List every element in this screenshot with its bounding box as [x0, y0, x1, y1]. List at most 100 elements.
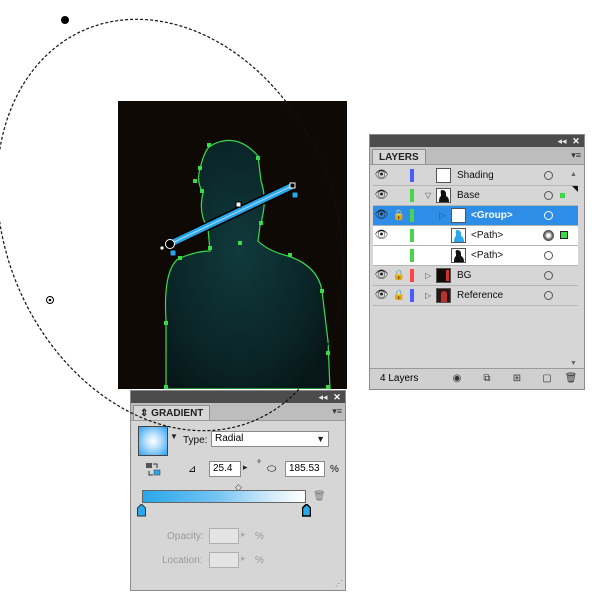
tab-gradient-label: GRADIENT [151, 408, 204, 419]
collapse-icon[interactable]: ◂◂ [556, 135, 568, 147]
lock-icon[interactable] [392, 248, 406, 263]
tab-layers[interactable]: LAYERS [372, 149, 426, 164]
layer-name[interactable]: Shading [457, 166, 494, 186]
new-sublayer-icon[interactable]: ⊞ [510, 372, 524, 385]
ellipse-handle-left[interactable] [46, 296, 54, 304]
visibility-eye-icon[interactable]: 👁 [374, 288, 389, 303]
location-field[interactable] [209, 552, 239, 568]
reverse-gradient-icon[interactable] [145, 462, 163, 478]
angle-field[interactable]: 25.4 [209, 461, 241, 477]
lock-icon[interactable] [392, 228, 406, 243]
opacity-unit: % [255, 531, 264, 542]
trash-icon[interactable]: 🗑 [564, 372, 578, 385]
lock-icon[interactable]: 🔒 [392, 268, 406, 283]
angle-stepper-icon[interactable]: ▸ [243, 462, 248, 473]
layers-scrollbar[interactable]: ▲ ▼ [570, 171, 578, 367]
gradient-swatch[interactable] [138, 426, 168, 456]
aspect-ratio-field[interactable]: 185.53 [285, 461, 325, 477]
layer-row[interactable]: 👁 ▽ Base [373, 186, 578, 206]
lock-icon[interactable]: 🔒 [392, 208, 406, 223]
panel-menu-icon[interactable]: ▾≡ [332, 406, 342, 417]
layer-name[interactable]: Base [457, 186, 480, 206]
location-unit: % [255, 555, 264, 566]
type-select[interactable]: Radial ▼ [211, 431, 329, 447]
expand-toggle-icon[interactable]: ▷ [425, 289, 431, 302]
layer-thumbnail [436, 168, 451, 183]
layer-color-indicator [410, 189, 414, 202]
visibility-eye-icon[interactable]: 👁 [374, 268, 389, 283]
close-icon[interactable]: ✕ [331, 391, 343, 403]
selection-indicator[interactable] [560, 231, 568, 239]
opacity-field[interactable] [209, 528, 239, 544]
close-icon[interactable]: ✕ [570, 135, 582, 147]
expand-toggle-icon[interactable]: ▽ [425, 189, 431, 202]
gradient-tabbar: ⇕ GRADIENT ▾≡ [131, 403, 345, 421]
make-clipping-mask-icon[interactable]: ⧉ [480, 372, 494, 385]
target-circle-icon[interactable] [544, 251, 553, 260]
location-stepper-icon[interactable]: ▸ [241, 553, 246, 564]
visibility-eye-icon[interactable]: 👁 [374, 188, 389, 203]
layer-thumbnail [436, 268, 451, 283]
chevron-down-icon: ▼ [316, 434, 325, 444]
location-label: Location: [162, 555, 203, 566]
visibility-eye-icon[interactable]: 👁 [374, 208, 389, 223]
layers-footer: 4 Layers ◉ ⧉ ⊞ ▢ 🗑 [370, 368, 584, 389]
type-label: Type: [183, 435, 208, 446]
lock-icon[interactable]: 🔒 [392, 288, 406, 303]
target-circle-icon[interactable] [544, 211, 553, 220]
lock-icon[interactable] [392, 168, 406, 183]
gradient-panel-titlebar[interactable]: ◂◂ ✕ [131, 391, 345, 403]
gradient-stop-left[interactable] [137, 504, 146, 517]
target-circle-icon[interactable] [544, 291, 553, 300]
target-circle-icon[interactable] [544, 171, 553, 180]
angle-icon: ⊿ [188, 464, 197, 475]
layer-name[interactable]: <Path> [471, 226, 503, 246]
lock-icon[interactable] [392, 188, 406, 203]
layer-thumbnail [451, 228, 466, 243]
new-layer-icon[interactable]: ▢ [540, 372, 554, 385]
target-circle-icon[interactable] [544, 191, 553, 200]
opacity-label: Opacity: [167, 531, 204, 542]
selection-indicator[interactable] [560, 193, 565, 198]
target-circle-icon[interactable] [543, 230, 554, 241]
layer-name[interactable]: <Path> [471, 246, 503, 266]
layers-panel-titlebar[interactable]: ◂◂ ✕ [370, 135, 584, 147]
artwork-canvas[interactable] [118, 101, 347, 389]
aspect-ratio-icon: ⬭ [267, 463, 277, 475]
layer-row[interactable]: 👁 🔒 ▷ <Group> [373, 206, 578, 226]
panel-menu-icon[interactable]: ▾≡ [571, 150, 581, 161]
gradient-stop-right[interactable] [302, 504, 311, 517]
target-circle-icon[interactable] [544, 271, 553, 280]
tab-gradient[interactable]: ⇕ GRADIENT [133, 405, 211, 420]
layer-color-indicator [410, 269, 414, 282]
resize-grip-icon[interactable]: ⋰ [335, 579, 343, 588]
visibility-eye-icon[interactable]: 👁 [374, 228, 389, 243]
expand-toggle-icon[interactable]: ▷ [425, 269, 431, 282]
layer-thumbnail [436, 188, 451, 203]
layer-row[interactable]: <Path> [373, 246, 578, 266]
type-select-value: Radial [215, 433, 244, 444]
layer-row[interactable]: 👁 🔒 ▷ BG [373, 266, 578, 286]
tab-options-icon: ⇕ [140, 408, 149, 419]
layer-name[interactable]: Reference [457, 286, 503, 306]
gradient-slider[interactable] [142, 490, 306, 503]
percent-sign: % [330, 464, 339, 475]
layer-row[interactable]: 👁 🔒 ▷ Reference [373, 286, 578, 306]
layer-thumbnail [451, 248, 466, 263]
locate-object-icon[interactable]: ◉ [450, 372, 464, 385]
artwork-figure [160, 139, 331, 389]
opacity-stepper-icon[interactable]: ▸ [241, 529, 246, 540]
layer-name[interactable]: <Group> [471, 206, 513, 226]
expand-toggle-icon[interactable]: ▷ [439, 209, 445, 222]
visibility-eye-icon[interactable]: 👁 [374, 168, 389, 183]
ellipse-handle-top[interactable] [61, 16, 69, 24]
swatch-dropdown-icon[interactable]: ▼ [170, 432, 178, 441]
layer-color-indicator [410, 289, 414, 302]
layers-tabbar: LAYERS ▾≡ [370, 147, 584, 165]
layer-name[interactable]: BG [457, 266, 471, 286]
visibility-eye-icon[interactable] [374, 248, 389, 263]
layer-row[interactable]: 👁 Shading [373, 166, 578, 186]
collapse-icon[interactable]: ◂◂ [317, 391, 329, 403]
layer-row[interactable]: 👁 <Path> [373, 226, 578, 246]
delete-stop-icon[interactable]: 🗑 [313, 491, 326, 502]
